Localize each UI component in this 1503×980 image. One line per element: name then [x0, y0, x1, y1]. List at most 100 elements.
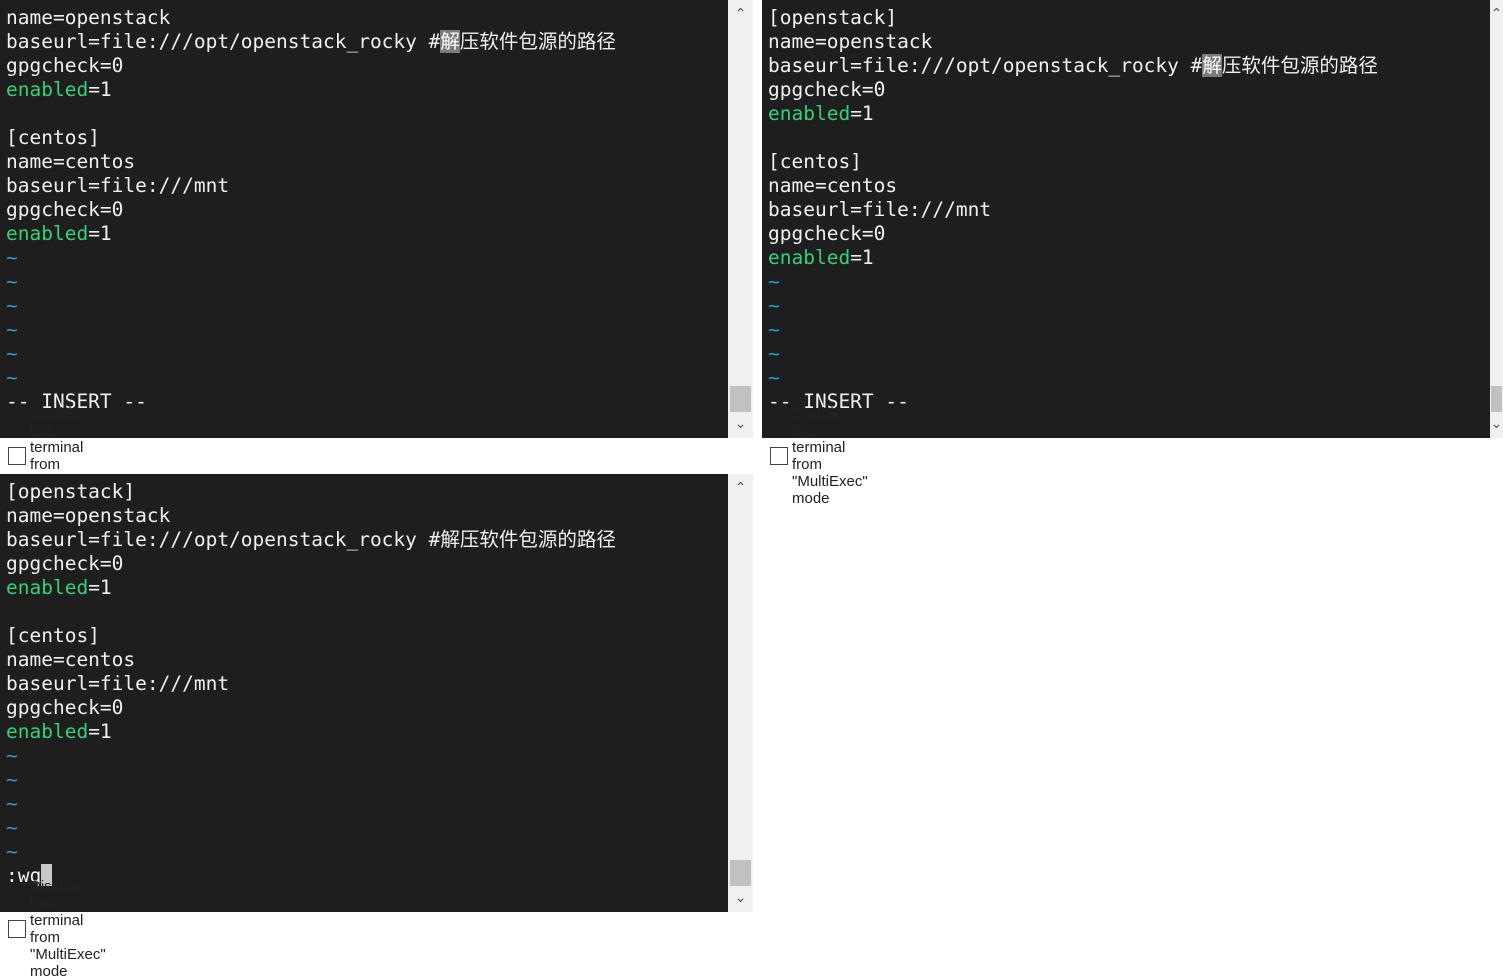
terminal-line: ~	[6, 318, 728, 342]
vertical-scrollbar[interactable]: ⌃ ⌄	[1490, 0, 1503, 438]
terminal-line: enabled=1	[6, 576, 728, 600]
terminal-text-segment: gpgcheck=0	[768, 78, 886, 101]
terminal-line: enabled=1	[768, 246, 1490, 270]
terminal-line: ~	[768, 318, 1490, 342]
terminal-line: [centos]	[6, 126, 728, 150]
terminal-line: ~	[768, 294, 1490, 318]
scrollbar-thumb[interactable]	[1491, 386, 1502, 412]
terminal-text-segment: 解	[1202, 54, 1222, 77]
terminal-line: [centos]	[6, 624, 728, 648]
terminal-line: ~	[6, 792, 728, 816]
terminal-text-segment: gpgcheck=0	[6, 696, 124, 719]
vertical-scrollbar[interactable]: ⌃ ⌄	[728, 0, 753, 438]
terminal-text-segment: baseurl=file:///opt/openstack_rocky #	[768, 54, 1203, 77]
terminal-line: enabled=1	[6, 222, 728, 246]
terminal-text-segment: [openstack]	[768, 6, 898, 29]
terminal-text-segment: name=centos	[768, 174, 898, 197]
chevron-up-icon[interactable]: ⌃	[728, 476, 753, 500]
terminal-line: name=centos	[6, 648, 728, 672]
terminal-line: -- INSERT --	[768, 390, 1490, 414]
terminal-text: [openstack] name=openstack baseurl=file://…	[768, 6, 1490, 414]
terminal-text-segment: name=centos	[6, 648, 136, 671]
empty-line-marker: ~	[6, 366, 18, 389]
terminal-text-segment: baseurl=file:///mnt	[6, 174, 230, 197]
empty-line-marker: ~	[6, 744, 18, 767]
terminal-line: enabled=1	[6, 720, 728, 744]
chevron-down-icon[interactable]: ⌄	[728, 886, 753, 910]
terminal-line: ~	[768, 342, 1490, 366]
empty-line-marker: ~	[6, 318, 18, 341]
terminal-text-segment: gpgcheck=0	[6, 54, 124, 77]
multiexec-label: Disable this terminal from "MultiExec" m…	[792, 405, 868, 507]
terminal-line: [centos]	[768, 150, 1490, 174]
empty-line-marker: ~	[6, 792, 18, 815]
multiexec-checkbox[interactable]	[8, 920, 26, 938]
terminal-line: gpgcheck=0	[6, 54, 728, 78]
chevron-up-icon[interactable]: ⌃	[1490, 2, 1503, 26]
terminal-text-segment: gpgcheck=0	[768, 222, 886, 245]
terminal-line: name=openstack	[6, 504, 728, 528]
terminal-text-segment: name=openstack	[768, 30, 933, 53]
terminal-text-segment: 压软件包源的路径	[459, 30, 616, 53]
terminal-text-segment: [centos]	[768, 150, 862, 173]
chevron-down-icon[interactable]: ⌄	[728, 412, 753, 436]
terminal-text-segment: [centos]	[6, 126, 100, 149]
empty-line-marker: ~	[6, 840, 18, 863]
empty-line-marker: ~	[6, 816, 18, 839]
terminal-text-segment: baseurl=file:///opt/openstack_rocky #	[6, 30, 441, 53]
terminal-line: name=openstack	[768, 30, 1490, 54]
terminal-line: baseurl=file:///opt/openstack_rocky #解压软…	[6, 30, 728, 54]
multiexec-checkbox[interactable]	[8, 447, 26, 465]
terminal-text-segment: gpgcheck=0	[6, 552, 124, 575]
terminal-text-segment: enabled	[6, 78, 89, 101]
terminal-line: -- INSERT --	[6, 390, 728, 414]
multiexec-toggle[interactable]: Disable this terminal from "MultiExec" m…	[8, 405, 106, 507]
terminal-line: name=centos	[768, 174, 1490, 198]
multiexec-label: Disable this terminal from "MultiExec" m…	[30, 878, 106, 980]
scrollbar-thumb[interactable]	[730, 860, 751, 886]
multiexec-checkbox[interactable]	[770, 447, 788, 465]
terminal-line: :wq	[6, 864, 728, 888]
terminal-line: ~	[6, 342, 728, 366]
terminal-line: name=centos	[6, 150, 728, 174]
empty-line-marker: ~	[6, 342, 18, 365]
terminal-line: ~	[6, 294, 728, 318]
terminal-screen[interactable]: [openstack] name=openstack baseurl=file://…	[0, 474, 728, 912]
terminal-screen[interactable]: name=openstack baseurl=file:///opt/openst…	[0, 0, 728, 438]
terminal-text-segment: [openstack]	[6, 480, 136, 503]
terminal-text-segment: =1	[88, 720, 112, 743]
terminal-line: name=openstack	[6, 6, 728, 30]
terminal-line: ~	[768, 366, 1490, 390]
terminal-line: baseurl=file:///opt/openstack_rocky #解压软…	[6, 528, 728, 552]
chevron-up-icon[interactable]: ⌃	[728, 2, 753, 26]
terminal-line: ~	[6, 744, 728, 768]
terminal-text-segment: =1	[88, 222, 112, 245]
terminal-screen[interactable]: [openstack] name=openstack baseurl=file://…	[762, 0, 1490, 438]
empty-line-marker: ~	[768, 342, 780, 365]
terminal-text-segment: 压软件包源的路径	[1221, 54, 1378, 77]
chevron-down-icon[interactable]: ⌄	[1490, 412, 1503, 436]
terminal-text-segment: enabled	[6, 576, 89, 599]
empty-line-marker: ~	[768, 294, 780, 317]
empty-line-marker: ~	[6, 768, 18, 791]
terminal-line: gpgcheck=0	[768, 78, 1490, 102]
terminal-line: ~	[6, 366, 728, 390]
multiexec-toggle[interactable]: Disable this terminal from "MultiExec" m…	[8, 878, 106, 980]
empty-line-marker: ~	[6, 270, 18, 293]
vertical-scrollbar[interactable]: ⌃ ⌄	[728, 474, 753, 912]
terminal-text-segment: enabled	[768, 102, 851, 125]
terminal-line: [openstack]	[768, 6, 1490, 30]
multiexec-toggle[interactable]: Disable this terminal from "MultiExec" m…	[770, 405, 868, 507]
terminal-line: baseurl=file:///mnt	[768, 198, 1490, 222]
terminal-text-segment: =1	[88, 78, 112, 101]
empty-line-marker: ~	[6, 294, 18, 317]
scrollbar-thumb[interactable]	[730, 386, 751, 412]
terminal-line: baseurl=file:///mnt	[6, 672, 728, 696]
terminal-text-segment: name=openstack	[6, 6, 171, 29]
terminal-text-segment: =1	[88, 576, 112, 599]
terminal-text-segment: enabled	[6, 720, 89, 743]
empty-line-marker: ~	[768, 270, 780, 293]
